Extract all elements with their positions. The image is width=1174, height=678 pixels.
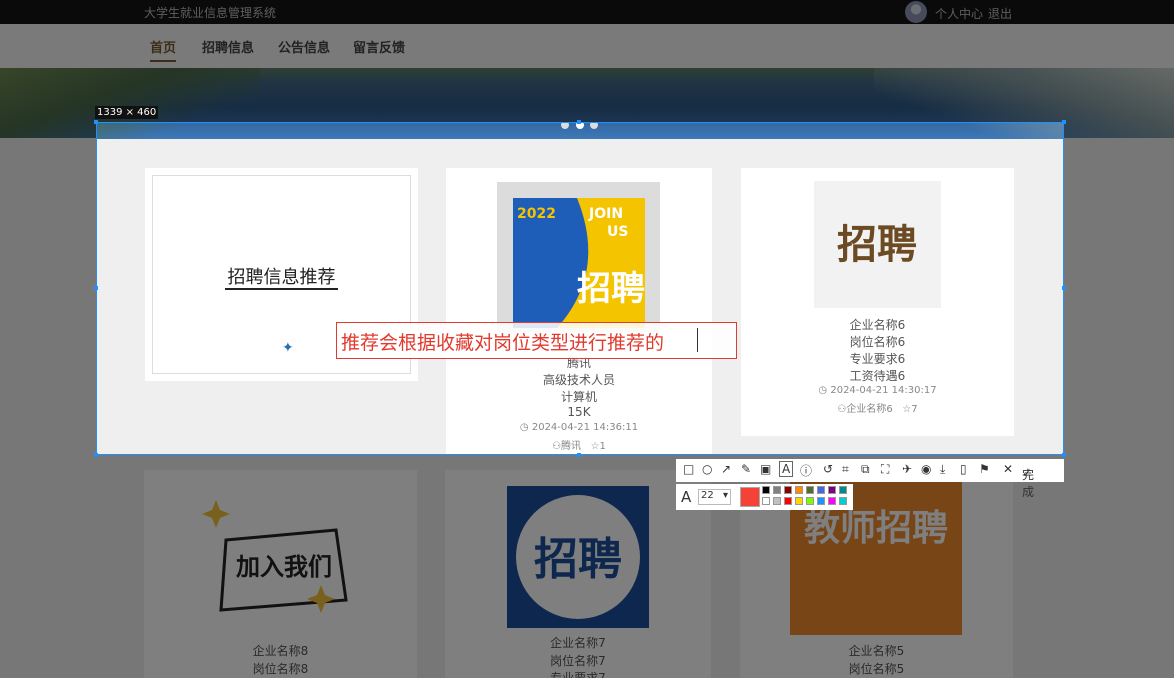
resize-handle-n[interactable]	[577, 120, 581, 124]
resize-handle-w[interactable]	[94, 286, 98, 290]
color-swatch[interactable]	[795, 486, 803, 494]
card-footer: ⚇企业名称6 ☆7	[741, 400, 1014, 415]
annotation-text[interactable]: 推荐会根据收藏对岗位类型进行推荐的	[341, 328, 664, 355]
done-label: 完成	[1022, 468, 1035, 499]
ellipse-tool-icon[interactable]: ○	[702, 462, 712, 476]
screenshot-selection[interactable]: 招聘信息推荐 2022 JOIN US 招聘 腾讯 高级技术人员 计算机 15K…	[96, 122, 1064, 455]
resize-handle-se[interactable]	[1062, 453, 1066, 457]
svg-text:US: US	[607, 224, 628, 240]
svg-text:JOIN: JOIN	[588, 206, 623, 222]
color-swatch[interactable]	[839, 486, 847, 494]
selection-size-label: 1339 × 460	[95, 106, 159, 119]
major-requirement: 计算机	[560, 390, 597, 404]
text-tool-icon[interactable]: A	[779, 461, 794, 477]
star-icon[interactable]: ☆	[902, 404, 911, 415]
svg-text:招聘: 招聘	[577, 269, 645, 309]
recommend-title: 招聘信息推荐	[227, 267, 336, 288]
job-card-tencent[interactable]: 2022 JOIN US 招聘 腾讯 高级技术人员 计算机 15K ◷ 2024…	[446, 168, 712, 454]
publish-time-value: 2024-04-21 14:30:17	[830, 385, 937, 396]
color-swatch[interactable]	[773, 486, 781, 494]
color-swatch[interactable]	[806, 486, 814, 494]
record-icon[interactable]: ◉	[921, 462, 931, 476]
color-swatch[interactable]	[828, 486, 836, 494]
publisher: 腾讯	[561, 441, 582, 452]
color-swatch[interactable]	[784, 497, 792, 505]
mosaic-tool-icon[interactable]: ▣	[760, 462, 771, 476]
salary: 工资待遇6	[849, 369, 906, 383]
text-properties-bar: A 22 ▾	[676, 484, 853, 510]
color-swatch[interactable]	[762, 486, 770, 494]
salary: 15K	[567, 405, 591, 419]
arrow-tool-icon[interactable]: ↗	[721, 462, 731, 476]
position-name: 高级技术人员	[542, 373, 615, 387]
close-icon[interactable]: ✕	[1003, 462, 1013, 476]
title-underline	[225, 288, 338, 290]
user-icon: ⚇	[552, 441, 562, 452]
publish-time-value: 2024-04-21 14:36:11	[531, 422, 639, 433]
screenshot-toolbar: □ ○ ↗ ✎ ▣ A ⓘ ↺ ⌗ ⧉ ⛶ ✈ ◉ ⤓ ▯ ⚑ ✕ ✓ 完成	[676, 459, 1064, 499]
font-size-select[interactable]: 22 ▾	[698, 489, 731, 505]
phone-icon[interactable]: ▯	[960, 462, 967, 476]
card-footer: ⚇腾讯 ☆1	[446, 437, 712, 452]
download-icon[interactable]: ⤓	[940, 462, 945, 477]
user-icon: ⚇	[837, 404, 847, 415]
ocr-icon[interactable]: ⛶	[881, 462, 889, 477]
color-swatch[interactable]	[806, 497, 814, 505]
favorite-count: 1	[599, 441, 606, 452]
publish-time: ◷ 2024-04-21 14:30:17	[741, 385, 1014, 396]
star-icon[interactable]: ☆	[591, 441, 600, 452]
poster-text: 招聘	[837, 222, 917, 268]
resize-handle-nw[interactable]	[94, 120, 98, 124]
pen-tool-icon[interactable]: ✎	[741, 462, 751, 476]
job-card-6[interactable]: 招聘 企业名称6 岗位名称6 专业要求6 工资待遇6 ◷ 2024-04-21 …	[741, 168, 1014, 436]
major-requirement: 专业要求6	[849, 352, 906, 366]
resize-handle-s[interactable]	[577, 453, 581, 457]
color-swatch[interactable]	[795, 497, 803, 505]
crosshair-cursor-icon: ✦	[282, 340, 294, 356]
favorite-count: 7	[911, 404, 918, 415]
current-color-swatch[interactable]	[740, 487, 760, 507]
color-swatch[interactable]	[784, 486, 792, 494]
color-swatch[interactable]	[828, 497, 836, 505]
color-swatch[interactable]	[839, 497, 847, 505]
serial-number-icon[interactable]: ⓘ	[800, 462, 812, 479]
translate-icon[interactable]: ⧉	[861, 462, 870, 477]
publisher: 企业名称6	[846, 404, 893, 415]
color-palette	[762, 486, 852, 508]
clock-icon: ◷	[818, 385, 828, 396]
text-annotation-box[interactable]: 推荐会根据收藏对岗位类型进行推荐的	[336, 322, 737, 359]
font-icon: A	[681, 488, 692, 506]
crop-icon[interactable]: ⌗	[842, 462, 849, 477]
color-swatch[interactable]	[817, 486, 825, 494]
pin-icon[interactable]: ✈	[902, 462, 912, 476]
font-size-value: 22	[701, 490, 714, 501]
resize-handle-e[interactable]	[1062, 286, 1066, 290]
position-name: 岗位名称6	[849, 335, 906, 349]
clock-icon: ◷	[519, 422, 529, 433]
color-swatch[interactable]	[773, 497, 781, 505]
undo-icon[interactable]: ↺	[823, 462, 833, 476]
svg-text:2022: 2022	[517, 206, 556, 222]
bookmark-icon[interactable]: ⚑	[979, 462, 990, 476]
color-swatch[interactable]	[817, 497, 825, 505]
chevron-down-icon: ▾	[722, 490, 728, 501]
text-caret	[697, 328, 698, 352]
poster-recruit: 招聘	[814, 181, 941, 308]
banner-shore-right	[875, 123, 1063, 139]
publish-time: ◷ 2024-04-21 14:36:11	[446, 422, 712, 433]
resize-handle-sw[interactable]	[94, 453, 98, 457]
poster-join-us-2022: 2022 JOIN US 招聘	[497, 182, 660, 332]
rectangle-tool-icon[interactable]: □	[683, 462, 694, 476]
color-swatch[interactable]	[762, 497, 770, 505]
resize-handle-ne[interactable]	[1062, 120, 1066, 124]
banner-shore-left	[97, 123, 261, 139]
company-name: 企业名称6	[849, 318, 906, 332]
